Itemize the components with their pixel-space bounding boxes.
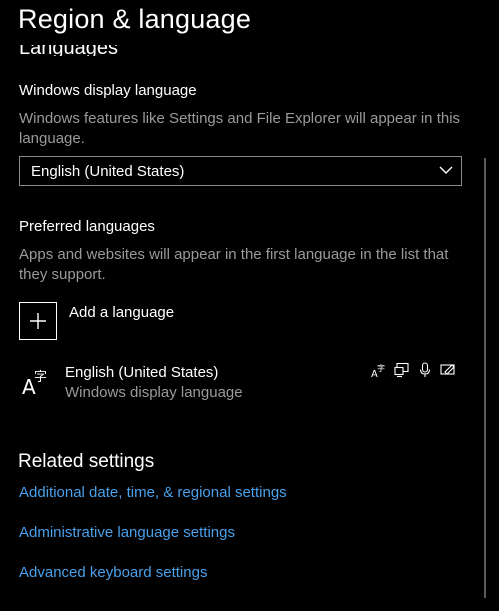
additional-date-time-regional-link[interactable]: Additional date, time, & regional settin…: [19, 484, 287, 501]
preferred-languages-label: Preferred languages: [19, 218, 155, 235]
display-icon: [394, 362, 409, 378]
preferred-languages-description: Apps and websites will appear in the fir…: [19, 246, 449, 283]
scrollbar[interactable]: [484, 158, 486, 598]
add-language-button[interactable]: [19, 302, 57, 340]
add-language-label[interactable]: Add a language: [69, 304, 174, 321]
display-language-selected: English (United States): [31, 162, 185, 180]
display-language-description: Windows features like Settings and File …: [19, 110, 461, 147]
language-icon: A 字: [22, 370, 47, 398]
page-title: Region & language: [18, 4, 252, 34]
advanced-keyboard-link[interactable]: Advanced keyboard settings: [19, 564, 207, 581]
plus-icon: [30, 313, 46, 329]
display-language-label: Windows display language: [19, 82, 197, 99]
display-language-dropdown[interactable]: English (United States): [19, 156, 462, 186]
speech-icon: [419, 362, 431, 377]
language-name: English (United States): [65, 364, 219, 381]
administrative-language-link[interactable]: Administrative language settings: [19, 524, 235, 541]
svg-text:字: 字: [34, 370, 47, 385]
language-list-item[interactable]: A 字 English (United States) Windows disp…: [0, 352, 480, 408]
related-settings-title: Related settings: [18, 451, 155, 472]
handwriting-icon: [440, 364, 455, 375]
language-pack-icon: A 字: [371, 363, 385, 378]
chevron-down-icon: [439, 166, 453, 174]
svg-text:字: 字: [377, 363, 385, 373]
language-subtitle: Windows display language: [65, 384, 243, 401]
